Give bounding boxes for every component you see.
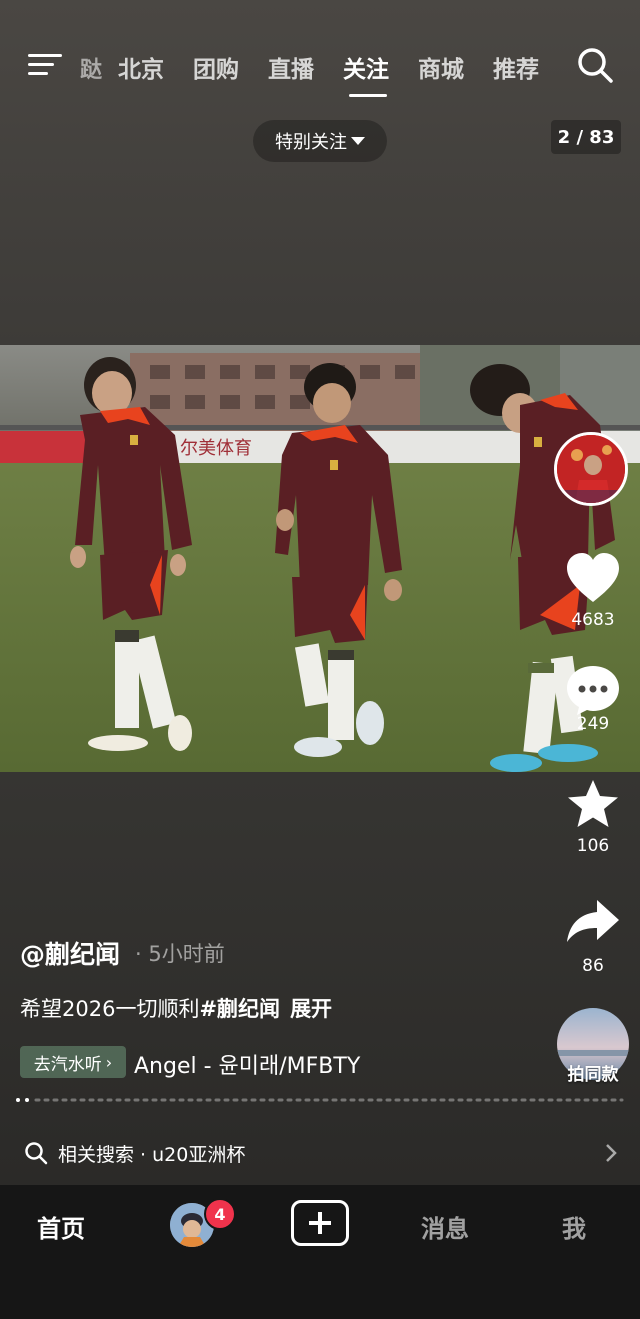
- share-count: 86: [582, 956, 604, 976]
- football-players-photo: 尔美体育: [0, 345, 640, 772]
- banner-text: 尔美体育: [180, 438, 252, 459]
- comment-icon: [567, 666, 619, 715]
- tab-beijing[interactable]: 北京: [118, 50, 164, 84]
- expand-link[interactable]: 展开: [290, 997, 332, 1021]
- music-badge-label: 去汽水听: [33, 1054, 102, 1075]
- like-button[interactable]: 4683: [560, 552, 626, 630]
- star-icon: [568, 780, 618, 827]
- active-tab-indicator: [349, 94, 387, 97]
- related-search-query: · u20亚洲杯: [140, 1143, 246, 1166]
- search-icon[interactable]: [576, 46, 614, 84]
- plus-icon: [309, 1212, 331, 1234]
- chevron-right-icon: ›: [105, 1052, 113, 1072]
- caption-text: 希望2026一切顺利: [20, 997, 200, 1021]
- notification-badge: 4: [204, 1198, 236, 1230]
- nav-messages[interactable]: 消息: [421, 1209, 469, 1244]
- create-post-button[interactable]: [291, 1200, 349, 1246]
- background-bottom: [0, 772, 640, 1185]
- music-track[interactable]: Angel - 윤미래/MFBTY: [134, 1048, 360, 1080]
- favorite-count: 106: [576, 836, 610, 856]
- tab-partial[interactable]: 跶: [80, 52, 102, 84]
- tab-mall[interactable]: 商城: [418, 50, 464, 84]
- video-progress-dots[interactable]: [16, 1098, 624, 1102]
- top-nav: 跶 北京 团购 直播 关注 商城 推荐: [0, 40, 640, 100]
- post-caption: 希望2026一切顺利#蒯纪闻 展开: [20, 993, 332, 1023]
- tab-following[interactable]: 关注: [343, 50, 389, 84]
- nav-home[interactable]: 首页: [37, 1209, 85, 1244]
- menu-icon[interactable]: [28, 52, 62, 78]
- heart-icon: [567, 553, 619, 602]
- post-photo[interactable]: 尔美体育: [0, 345, 640, 772]
- post-time: · 5小时前: [135, 942, 225, 966]
- related-search-bar[interactable]: 相关搜索 · u20亚洲杯: [0, 1128, 640, 1178]
- share-button[interactable]: 86: [560, 898, 626, 976]
- bottom-nav: 首页 4 消息 我: [0, 1185, 640, 1319]
- comment-button[interactable]: 249: [560, 664, 626, 734]
- tab-group-buy[interactable]: 团购: [193, 50, 239, 84]
- special-follow-dropdown[interactable]: 特别关注: [253, 120, 387, 162]
- share-arrow-icon: [567, 900, 619, 942]
- author-avatar[interactable]: [554, 432, 628, 506]
- caret-down-icon: [351, 137, 365, 145]
- author-name[interactable]: @蒯纪闻: [20, 935, 120, 971]
- special-follow-label: 特别关注: [275, 132, 347, 153]
- page-counter: 2 / 83: [551, 120, 621, 154]
- favorite-button[interactable]: 106: [560, 778, 626, 856]
- like-count: 4683: [571, 610, 615, 630]
- chevron-right-icon: [606, 1144, 617, 1162]
- same-style-button[interactable]: 拍同款: [556, 1008, 630, 1085]
- tab-live[interactable]: 直播: [268, 50, 314, 84]
- comment-count: 249: [576, 714, 610, 734]
- search-small-icon: [25, 1142, 48, 1165]
- tab-recommend[interactable]: 推荐: [493, 50, 539, 84]
- open-in-qishui-button[interactable]: 去汽水听 ›: [20, 1046, 126, 1078]
- nav-me[interactable]: 我: [562, 1209, 586, 1244]
- hashtag-link[interactable]: #蒯纪闻: [199, 997, 280, 1021]
- related-search-label: 相关搜索: [58, 1143, 135, 1166]
